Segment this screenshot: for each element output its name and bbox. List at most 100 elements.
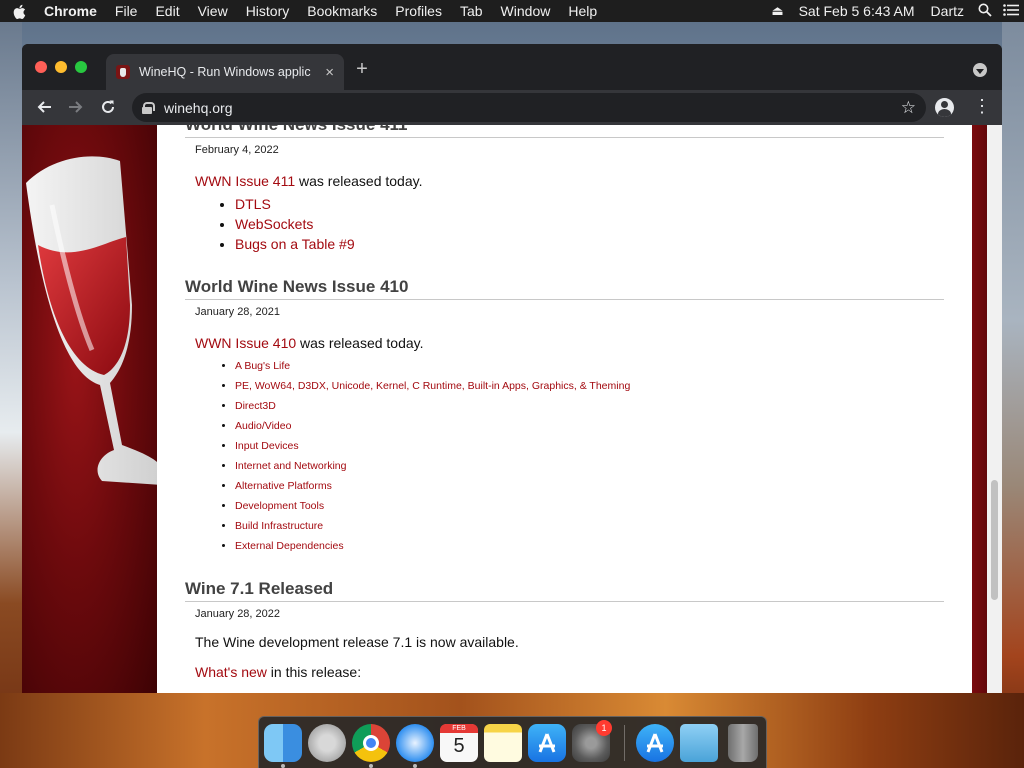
news-title[interactable]: World Wine News Issue 410 xyxy=(185,277,944,300)
running-indicator xyxy=(413,764,417,768)
whats-new-link[interactable]: What's new xyxy=(195,664,267,680)
launchpad-icon[interactable] xyxy=(308,724,346,762)
wine-glass-logo-icon xyxy=(26,156,162,485)
news-lead: WWN Issue 411 was released today. xyxy=(195,173,944,189)
topic-link[interactable]: Build Infrastructure xyxy=(235,520,323,532)
menu-view[interactable]: View xyxy=(189,0,237,22)
menu-bookmarks[interactable]: Bookmarks xyxy=(298,0,386,22)
menu-app-name[interactable]: Chrome xyxy=(40,0,106,22)
notification-center-icon[interactable] xyxy=(998,3,1024,19)
list-item: Input Devices xyxy=(235,436,944,456)
news-item: Wine 7.1 Released January 28, 2022 The W… xyxy=(185,579,944,680)
news-item: World Wine News Issue 410 January 28, 20… xyxy=(185,277,944,556)
wwn-issue-link[interactable]: WWN Issue 411 xyxy=(195,173,295,189)
running-indicator xyxy=(281,764,285,768)
topic-link[interactable]: PE, WoW64, D3DX, Unicode, Kernel, C Runt… xyxy=(235,380,630,392)
desktop-wallpaper-left xyxy=(0,22,22,768)
spotlight-search-icon[interactable] xyxy=(972,3,998,20)
menu-edit[interactable]: Edit xyxy=(146,0,188,22)
menu-file[interactable]: File xyxy=(106,0,147,22)
list-item: DTLS xyxy=(235,194,944,214)
list-item: A Bug's Life xyxy=(235,356,944,376)
menu-window[interactable]: Window xyxy=(492,0,560,22)
apple-icon[interactable] xyxy=(0,2,40,19)
close-window-button[interactable] xyxy=(35,61,47,73)
dock-separator xyxy=(624,725,625,761)
list-item: Alternative Platforms xyxy=(235,476,944,496)
eject-icon[interactable]: ⏏ xyxy=(765,3,791,19)
new-tab-button[interactable]: + xyxy=(352,58,372,81)
news-item: World Wine News Issue 411 February 4, 20… xyxy=(185,125,944,254)
trash-icon[interactable] xyxy=(728,724,758,762)
scrollbar-track[interactable] xyxy=(987,125,1002,693)
menu-profiles[interactable]: Profiles xyxy=(386,0,451,22)
reload-icon[interactable] xyxy=(96,95,120,119)
notes-icon[interactable] xyxy=(484,724,522,762)
profile-avatar-icon[interactable] xyxy=(935,98,954,117)
address-bar[interactable]: winehq.org ☆ xyxy=(132,93,926,122)
news-body: The Wine development release 7.1 is now … xyxy=(195,634,519,650)
finder-icon[interactable] xyxy=(264,724,302,762)
news-content: World Wine News Issue 411 February 4, 20… xyxy=(157,125,972,693)
list-item: Direct3D xyxy=(235,396,944,416)
list-item: Bugs on a Table #9 xyxy=(235,234,944,254)
winehq-favicon-icon xyxy=(116,65,130,79)
minimize-window-button[interactable] xyxy=(55,61,67,73)
bookmark-star-icon[interactable]: ☆ xyxy=(901,98,916,118)
news-date: January 28, 2022 xyxy=(195,608,281,620)
wwn-issue-link[interactable]: WWN Issue 410 xyxy=(195,335,296,351)
calendar-icon[interactable]: FEB 5 xyxy=(440,724,478,762)
safari-compass-icon[interactable] xyxy=(396,724,434,762)
topic-link[interactable]: Development Tools xyxy=(235,500,324,512)
news-date: January 28, 2021 xyxy=(195,306,281,318)
macos-dock: FEB 5 1 xyxy=(258,716,767,768)
app-store-downloads-icon[interactable] xyxy=(636,724,674,762)
news-lead-text: was released today. xyxy=(295,173,423,189)
topic-link[interactable]: Internet and Networking xyxy=(235,460,346,472)
news-lead-text: was released today. xyxy=(296,335,424,351)
tab-winehq[interactable]: WineHQ - Run Windows applic × xyxy=(106,54,344,90)
topic-link[interactable]: Alternative Platforms xyxy=(235,480,332,492)
chrome-icon[interactable] xyxy=(352,724,390,762)
tab-strip: WineHQ - Run Windows applic × + xyxy=(22,44,1002,90)
news-title[interactable]: World Wine News Issue 411 xyxy=(185,125,944,138)
news-lead-text: in this release: xyxy=(266,664,362,680)
notification-badge: 1 xyxy=(596,720,612,736)
app-store-icon[interactable] xyxy=(528,724,566,762)
forward-arrow-icon[interactable] xyxy=(64,95,88,119)
calendar-month: FEB xyxy=(440,724,478,733)
topic-link[interactable]: Bugs on a Table #9 xyxy=(235,236,355,252)
downloads-folder-icon[interactable] xyxy=(680,724,718,762)
news-topic-list: A Bug's Life PE, WoW64, D3DX, Unicode, K… xyxy=(235,356,944,556)
tab-close-icon[interactable]: × xyxy=(325,64,334,81)
menubar-clock[interactable]: Sat Feb 5 6:43 AM xyxy=(791,0,923,22)
news-title[interactable]: Wine 7.1 Released xyxy=(185,579,944,602)
topic-link[interactable]: External Dependencies xyxy=(235,540,344,552)
menu-tab[interactable]: Tab xyxy=(451,0,492,22)
menu-history[interactable]: History xyxy=(237,0,299,22)
list-item: PE, WoW64, D3DX, Unicode, Kernel, C Runt… xyxy=(235,376,944,396)
topic-link[interactable]: WebSockets xyxy=(235,216,313,232)
lock-icon[interactable] xyxy=(142,101,155,114)
news-lead: What's new in this release: xyxy=(195,664,944,680)
desktop-wallpaper-right xyxy=(1002,22,1024,768)
topic-link[interactable]: DTLS xyxy=(235,196,271,212)
browser-toolbar: winehq.org ☆ ⋮ xyxy=(22,90,1002,125)
macos-menubar: Chrome File Edit View History Bookmarks … xyxy=(0,0,1024,22)
menu-help[interactable]: Help xyxy=(559,0,606,22)
topic-link[interactable]: Input Devices xyxy=(235,440,299,452)
chrome-menu-icon[interactable]: ⋮ xyxy=(973,96,991,117)
topic-link[interactable]: Audio/Video xyxy=(235,420,291,432)
topic-link[interactable]: A Bug's Life xyxy=(235,360,290,372)
menubar-user[interactable]: Dartz xyxy=(923,0,972,22)
tab-title: WineHQ - Run Windows applic xyxy=(139,65,311,79)
back-arrow-icon[interactable] xyxy=(32,95,56,119)
topic-link[interactable]: Direct3D xyxy=(235,400,276,412)
news-lead: WWN Issue 410 was released today. xyxy=(195,335,944,351)
list-item: External Dependencies xyxy=(235,536,944,556)
url-text[interactable]: winehq.org xyxy=(164,100,233,116)
tab-search-icon[interactable] xyxy=(973,63,987,77)
scrollbar-thumb[interactable] xyxy=(991,480,998,600)
fullscreen-window-button[interactable] xyxy=(75,61,87,73)
list-item: Internet and Networking xyxy=(235,456,944,476)
